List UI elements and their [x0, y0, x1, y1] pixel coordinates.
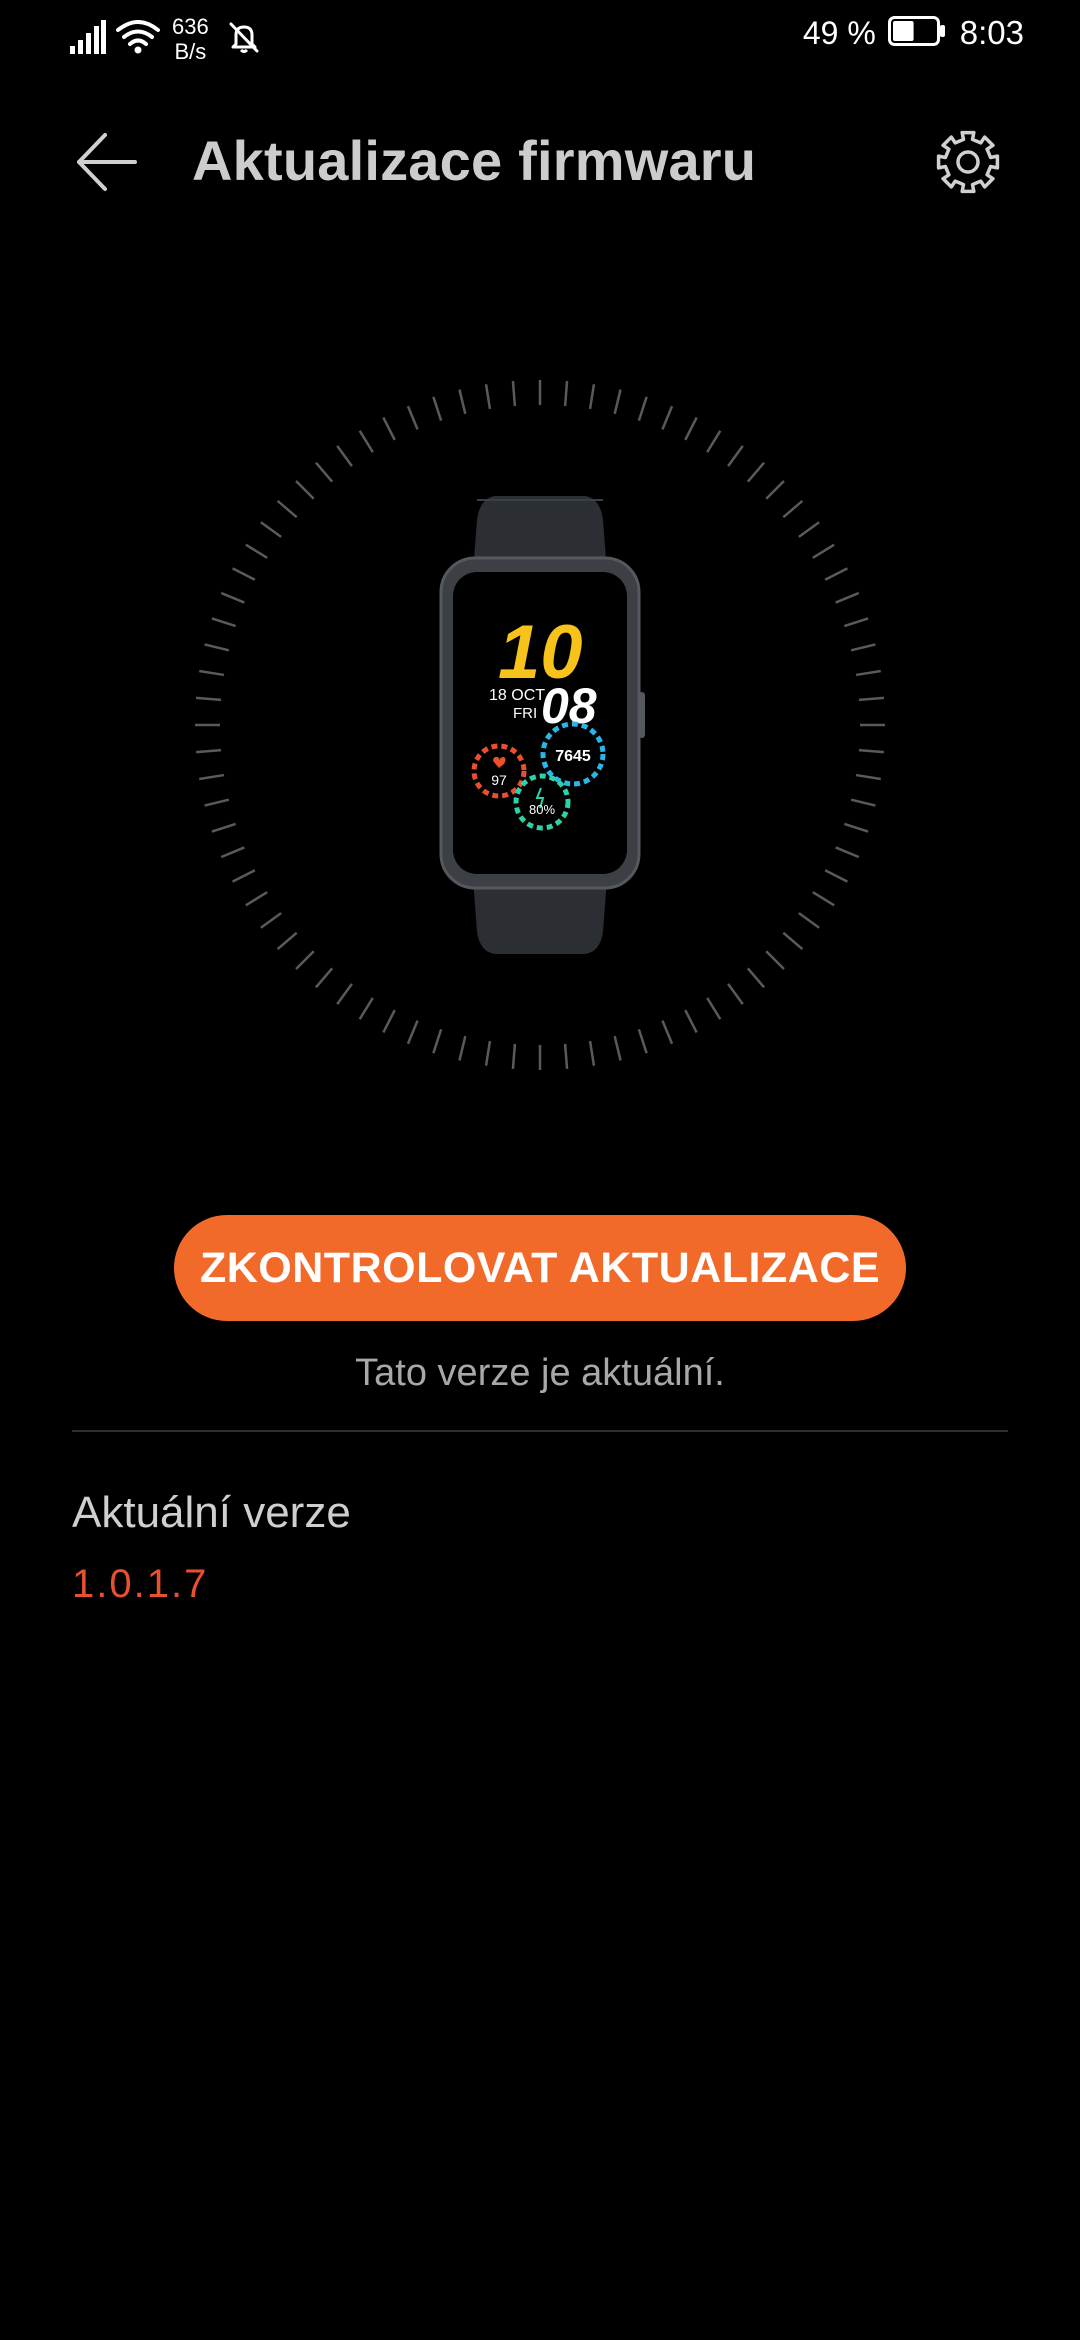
watch-date: 18 OCT — [489, 687, 545, 704]
back-button[interactable] — [66, 124, 146, 204]
bell-off-icon — [227, 20, 261, 59]
wifi-icon — [116, 19, 160, 59]
current-version-label: Aktuální verze — [72, 1488, 351, 1537]
arrow-left-icon — [73, 131, 139, 198]
network-speed: 636 B/s — [172, 14, 209, 64]
smartwatch-image: 10 08 18 OCT FRI 7645 97 80% — [439, 496, 645, 954]
device-illustration: 10 08 18 OCT FRI 7645 97 80% — [195, 380, 885, 1070]
status-bar-right: 49 % 8:03 — [803, 14, 1024, 52]
watch-weekday: FRI — [513, 705, 537, 722]
network-speed-unit: B/s — [174, 39, 207, 64]
gear-icon — [934, 128, 1002, 201]
current-version-value: 1.0.1.7 — [72, 1562, 209, 1606]
battery-percent: 49 % — [802, 14, 876, 51]
watch-heart-rate: 97 — [491, 772, 507, 788]
app-header: Aktualizace firmwaru — [0, 110, 1080, 210]
divider — [72, 1430, 1008, 1432]
watch-minute: 08 — [541, 678, 597, 734]
status-bar: 636 B/s 49 % 8:03 — [0, 0, 1080, 80]
signal-icon — [70, 19, 106, 59]
update-status-text: Tato verze je aktuální. — [355, 1352, 725, 1394]
status-bar-left: 636 B/s — [70, 14, 261, 64]
network-speed-value: 636 — [172, 14, 209, 39]
check-updates-button[interactable]: ZKONTROLOVAT AKTUALIZACE — [174, 1215, 906, 1321]
settings-button[interactable] — [928, 124, 1008, 204]
page-title: Aktualizace firmwaru — [192, 129, 757, 192]
clock: 8:03 — [959, 14, 1024, 51]
battery-icon — [887, 15, 946, 51]
watch-battery: 80% — [529, 802, 555, 817]
firmware-update-screen: 636 B/s 49 % 8:03 Aktualizace firmwaru 1… — [0, 0, 1080, 2340]
watch-steps: 7645 — [555, 748, 591, 765]
